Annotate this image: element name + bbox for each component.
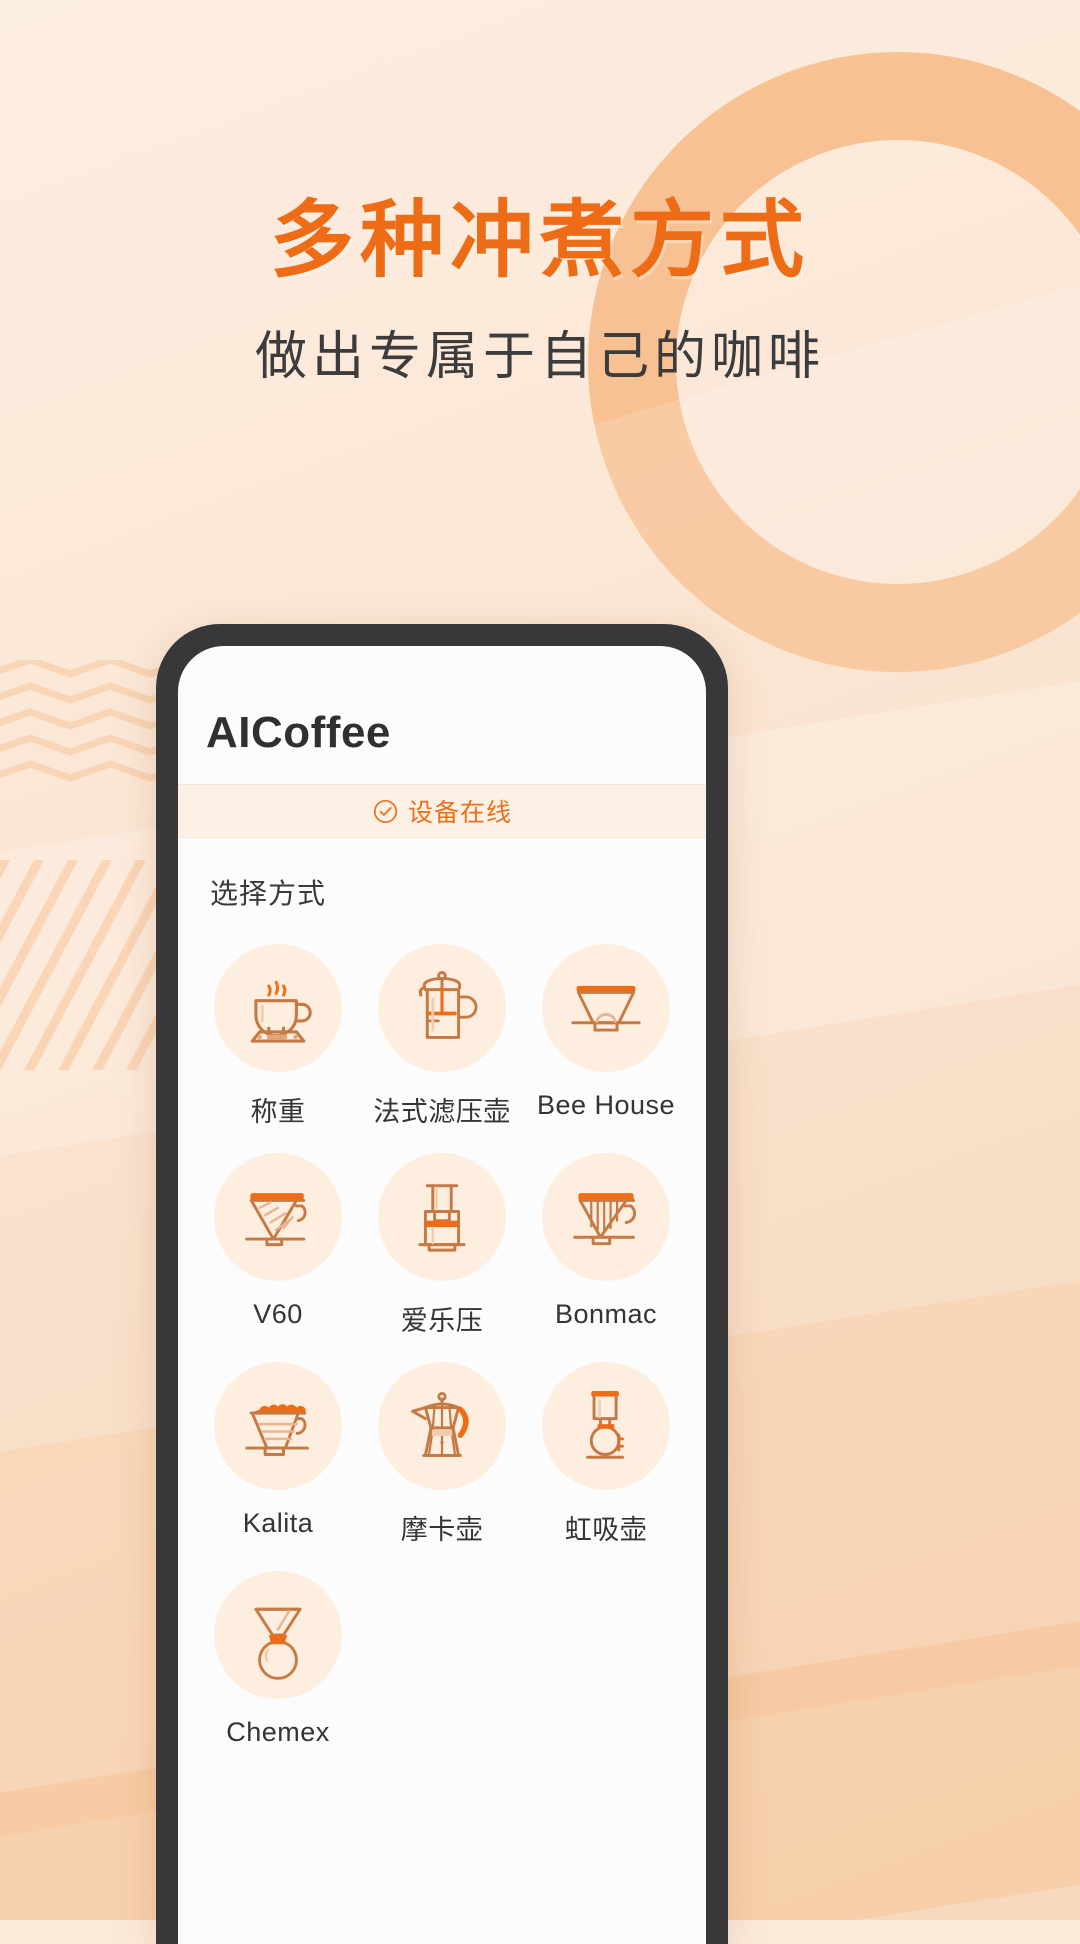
chemex-icon xyxy=(254,1607,302,1680)
bonmac-dripper-icon xyxy=(573,1193,636,1246)
page-title: 多种冲煮方式 xyxy=(269,193,810,287)
brew-method-label: Bee House xyxy=(536,1090,676,1120)
brew-method-label: 称重 xyxy=(250,1097,306,1127)
moka-pot-icon xyxy=(411,1391,469,1457)
brew-method-item-chemex[interactable]: Chemex xyxy=(196,1561,360,1748)
icon-disc xyxy=(214,944,342,1072)
page-subtitle: 做出专属于自己的咖啡 xyxy=(254,328,825,387)
icon-disc xyxy=(378,1153,506,1281)
brew-method-item-kalita[interactable]: Kalita xyxy=(196,1352,360,1547)
brew-method-item-moka-pot[interactable]: 摩卡壶 xyxy=(360,1352,524,1547)
siphon-icon xyxy=(586,1391,625,1459)
brew-method-label: Bonmac xyxy=(554,1299,658,1329)
bee-house-dripper-icon xyxy=(571,985,641,1032)
hero-text-block: 多种冲煮方式 做出专属于自己的咖啡 xyxy=(0,196,1080,389)
aeropress-icon xyxy=(418,1184,466,1252)
check-circle-icon xyxy=(373,799,398,823)
icon-disc xyxy=(214,1571,342,1699)
brew-method-label: V60 xyxy=(253,1299,303,1329)
device-status-banner: 设备在线 xyxy=(178,784,706,838)
brew-method-label: 法式滤压壶 xyxy=(373,1097,511,1127)
brew-method-grid: 称重 法式滤压壶 Bee House V60 爱乐压 Bonmac Kalita… xyxy=(178,912,706,1748)
icon-disc xyxy=(542,1153,670,1281)
phone-screen: AICoffee 设备在线 选择方式 称重 法式滤压壶 Bee House V6… xyxy=(178,646,706,1944)
brew-method-label: 虹吸壶 xyxy=(564,1515,648,1545)
kalita-wave-icon xyxy=(245,1404,309,1456)
app-title: AICoffee xyxy=(206,708,391,757)
icon-disc xyxy=(378,944,506,1072)
v60-dripper-icon xyxy=(245,1193,307,1247)
brew-method-label: 摩卡壶 xyxy=(400,1515,484,1545)
french-press-icon xyxy=(418,971,478,1039)
brew-method-item-aeropress[interactable]: 爱乐压 xyxy=(360,1143,524,1338)
icon-disc xyxy=(542,944,670,1072)
section-title: 选择方式 xyxy=(210,878,327,909)
status-badge: 设备在线 xyxy=(407,799,512,827)
brew-method-label: Chemex xyxy=(226,1717,330,1747)
brew-method-item-bonmac[interactable]: Bonmac xyxy=(524,1143,688,1338)
brew-method-label: 爱乐压 xyxy=(400,1306,484,1336)
icon-disc xyxy=(214,1153,342,1281)
icon-disc xyxy=(378,1362,506,1490)
brew-method-item-v60[interactable]: V60 xyxy=(196,1143,360,1338)
brew-method-label: Kalita xyxy=(242,1508,314,1538)
brew-method-item-bee-house[interactable]: Bee House xyxy=(524,934,688,1129)
icon-disc xyxy=(214,1362,342,1490)
brew-method-item-scale[interactable]: 称重 xyxy=(196,934,360,1129)
phone-mockup-frame: AICoffee 设备在线 选择方式 称重 法式滤压壶 Bee House V6… xyxy=(156,624,728,1944)
icon-disc xyxy=(542,1362,670,1490)
brew-method-item-french-press[interactable]: 法式滤压壶 xyxy=(360,934,524,1129)
cup-on-scale-icon xyxy=(250,980,312,1043)
brew-method-item-siphon[interactable]: 虹吸壶 xyxy=(524,1352,688,1547)
